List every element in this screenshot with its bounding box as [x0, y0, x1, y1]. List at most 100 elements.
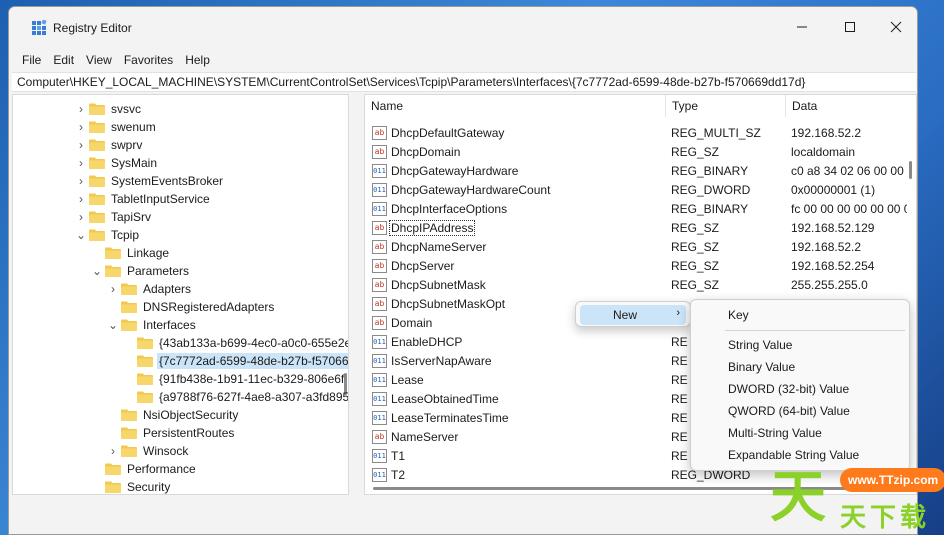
chevron-down-icon[interactable]: ⌄ — [91, 262, 103, 280]
tree-node[interactable]: › SysMain — [75, 154, 159, 172]
folder-icon — [89, 157, 105, 169]
tree-node[interactable]: Security — [91, 478, 172, 494]
address-bar[interactable]: Computer\HKEY_LOCAL_MACHINE\SYSTEM\Curre… — [12, 72, 916, 92]
submenu-item[interactable]: Key — [728, 308, 749, 322]
value-name: LeaseTerminatesTime — [391, 411, 509, 425]
submenu-item[interactable]: String Value — [728, 338, 792, 352]
column-header-name[interactable]: Name — [365, 95, 666, 117]
tree-node-label: {91fb438e-1b91-11ec-b329-806e6f — [159, 372, 345, 386]
submenu-item[interactable]: DWORD (32-bit) Value — [728, 382, 849, 396]
minimize-button[interactable] — [779, 13, 825, 41]
chevron-right-icon[interactable]: › — [107, 442, 119, 460]
chevron-right-icon[interactable]: › — [75, 190, 87, 208]
folder-icon — [89, 193, 105, 205]
value-name: DhcpIPAddress — [388, 220, 476, 236]
menu-help[interactable]: Help — [179, 51, 216, 71]
tree-node-label: swprv — [111, 138, 143, 152]
tree-node[interactable]: ⌄ Parameters — [91, 262, 191, 280]
submenu-item[interactable]: QWORD (64-bit) Value — [728, 404, 850, 418]
tree-node[interactable]: › Winsock — [107, 442, 190, 460]
folder-icon — [121, 427, 137, 439]
chevron-right-icon[interactable]: › — [75, 154, 87, 172]
chevron-right-icon[interactable]: › — [75, 172, 87, 190]
value-data: 255.255.255.0 — [791, 278, 868, 292]
title-bar[interactable]: Registry Editor — [9, 7, 917, 47]
tree-node[interactable]: {91fb438e-1b91-11ec-b329-806e6f — [123, 370, 346, 388]
maximize-button[interactable] — [827, 13, 873, 41]
folder-icon — [137, 337, 153, 349]
binary-value-icon: 011 — [372, 392, 387, 406]
binary-value-icon: 011 — [372, 373, 387, 387]
value-name: NameServer — [391, 430, 459, 444]
tree-node[interactable]: › swprv — [75, 136, 144, 154]
no-expander — [91, 478, 103, 494]
submenu-separator — [725, 330, 905, 331]
tree-node[interactable]: Performance — [91, 460, 198, 478]
value-row[interactable]: ab DhcpSubnetMask REG_SZ 255.255.255.0 — [365, 276, 916, 295]
value-row[interactable]: 011 DhcpGatewayHardwareCount REG_DWORD 0x00… — [365, 181, 916, 200]
context-menu: New › — [575, 301, 691, 327]
tree-node-label: TabletInputService — [111, 192, 210, 206]
value-name: DhcpServer — [391, 259, 455, 273]
folder-icon — [137, 391, 153, 403]
value-row[interactable]: ab DhcpDomain REG_SZ localdomain — [365, 143, 916, 162]
value-row[interactable]: 011 DhcpGatewayHardware REG_BINARY c0 a8 34… — [365, 162, 916, 181]
tree-node[interactable]: ⌄ Interfaces — [107, 316, 198, 334]
tree-node-label: Security — [127, 480, 171, 494]
submenu-item[interactable]: Binary Value — [728, 360, 795, 374]
tree-node[interactable]: ⌄ Tcpip — [75, 226, 141, 244]
tree-node-label: Parameters — [127, 264, 190, 278]
tree-node[interactable]: PersistentRoutes — [107, 424, 236, 442]
value-data: fc 00 00 00 00 00 00 0 — [791, 202, 907, 216]
close-button[interactable] — [873, 13, 917, 41]
submenu-item[interactable]: Expandable String Value — [728, 448, 859, 462]
tree-node[interactable]: › svsvc — [75, 100, 143, 118]
tree-node[interactable]: Linkage — [91, 244, 171, 262]
menu-view[interactable]: View — [80, 51, 118, 71]
tree-node[interactable]: {7c7772ad-6599-48de-b27b-f57066 — [123, 352, 349, 370]
tree-node[interactable]: NsiObjectSecurity — [107, 406, 240, 424]
folder-icon — [121, 445, 137, 457]
submenu-item[interactable]: Multi-String Value — [728, 426, 822, 440]
tree-node[interactable]: › TabletInputService — [75, 190, 212, 208]
value-row[interactable]: ab DhcpNameServer REG_SZ 192.168.52.2 — [365, 238, 916, 257]
chevron-right-icon[interactable]: › — [75, 100, 87, 118]
watermark-logo-text: 天下载 — [840, 503, 931, 533]
tree-node[interactable]: DNSRegisteredAdapters — [107, 298, 276, 316]
chevron-right-icon[interactable]: › — [75, 118, 87, 136]
chevron-down-icon[interactable]: ⌄ — [107, 316, 119, 334]
tree-node-label: PersistentRoutes — [143, 426, 235, 440]
tree-node[interactable]: › SystemEventsBroker — [75, 172, 225, 190]
chevron-right-icon[interactable]: › — [75, 136, 87, 154]
tree-node[interactable]: › swenum — [75, 118, 158, 136]
chevron-right-icon[interactable]: › — [107, 280, 119, 298]
chevron-down-icon[interactable]: ⌄ — [75, 226, 87, 244]
tree-node-label: {7c7772ad-6599-48de-b27b-f57066 — [157, 353, 349, 369]
column-header-type[interactable]: Type — [666, 95, 786, 117]
column-header-data[interactable]: Data — [786, 95, 916, 117]
value-data: localdomain — [791, 145, 856, 159]
pane-splitter[interactable] — [349, 94, 363, 495]
value-row[interactable]: ab DhcpDefaultGateway REG_MULTI_SZ 192.168.… — [365, 124, 916, 143]
value-row[interactable]: 011 DhcpInterfaceOptions REG_BINARY fc 00 0… — [365, 200, 916, 219]
value-row[interactable]: ab DhcpServer REG_SZ 192.168.52.254 — [365, 257, 916, 276]
tree-node[interactable]: {a9788f76-627f-4ae8-a307-a3fd895 — [123, 388, 348, 406]
value-row[interactable]: ab DhcpIPAddress REG_SZ 192.168.52.129 — [365, 219, 916, 238]
chevron-right-icon[interactable]: › — [75, 208, 87, 226]
key-tree-pane[interactable]: › svsvc › swenum › swprv › SysMain › SystemEvents… — [12, 94, 349, 495]
folder-icon — [121, 319, 137, 331]
folder-icon — [105, 247, 121, 259]
value-name: Lease — [391, 373, 424, 387]
menu-file[interactable]: File — [16, 51, 47, 71]
context-menu-new-label: New — [613, 308, 638, 322]
tree-node[interactable]: › Adapters — [107, 280, 193, 298]
context-menu-new[interactable]: New › — [580, 305, 686, 325]
menu-favorites[interactable]: Favorites — [118, 51, 179, 71]
no-expander — [123, 388, 135, 406]
menu-edit[interactable]: Edit — [47, 51, 80, 71]
no-expander — [123, 370, 135, 388]
string-value-icon: ab — [372, 297, 387, 311]
tree-node[interactable]: {43ab133a-b699-4ec0-a0c0-655e2e — [123, 334, 348, 352]
tree-node[interactable]: › TapiSrv — [75, 208, 153, 226]
value-name: DhcpSubnetMaskOpt — [391, 297, 506, 311]
